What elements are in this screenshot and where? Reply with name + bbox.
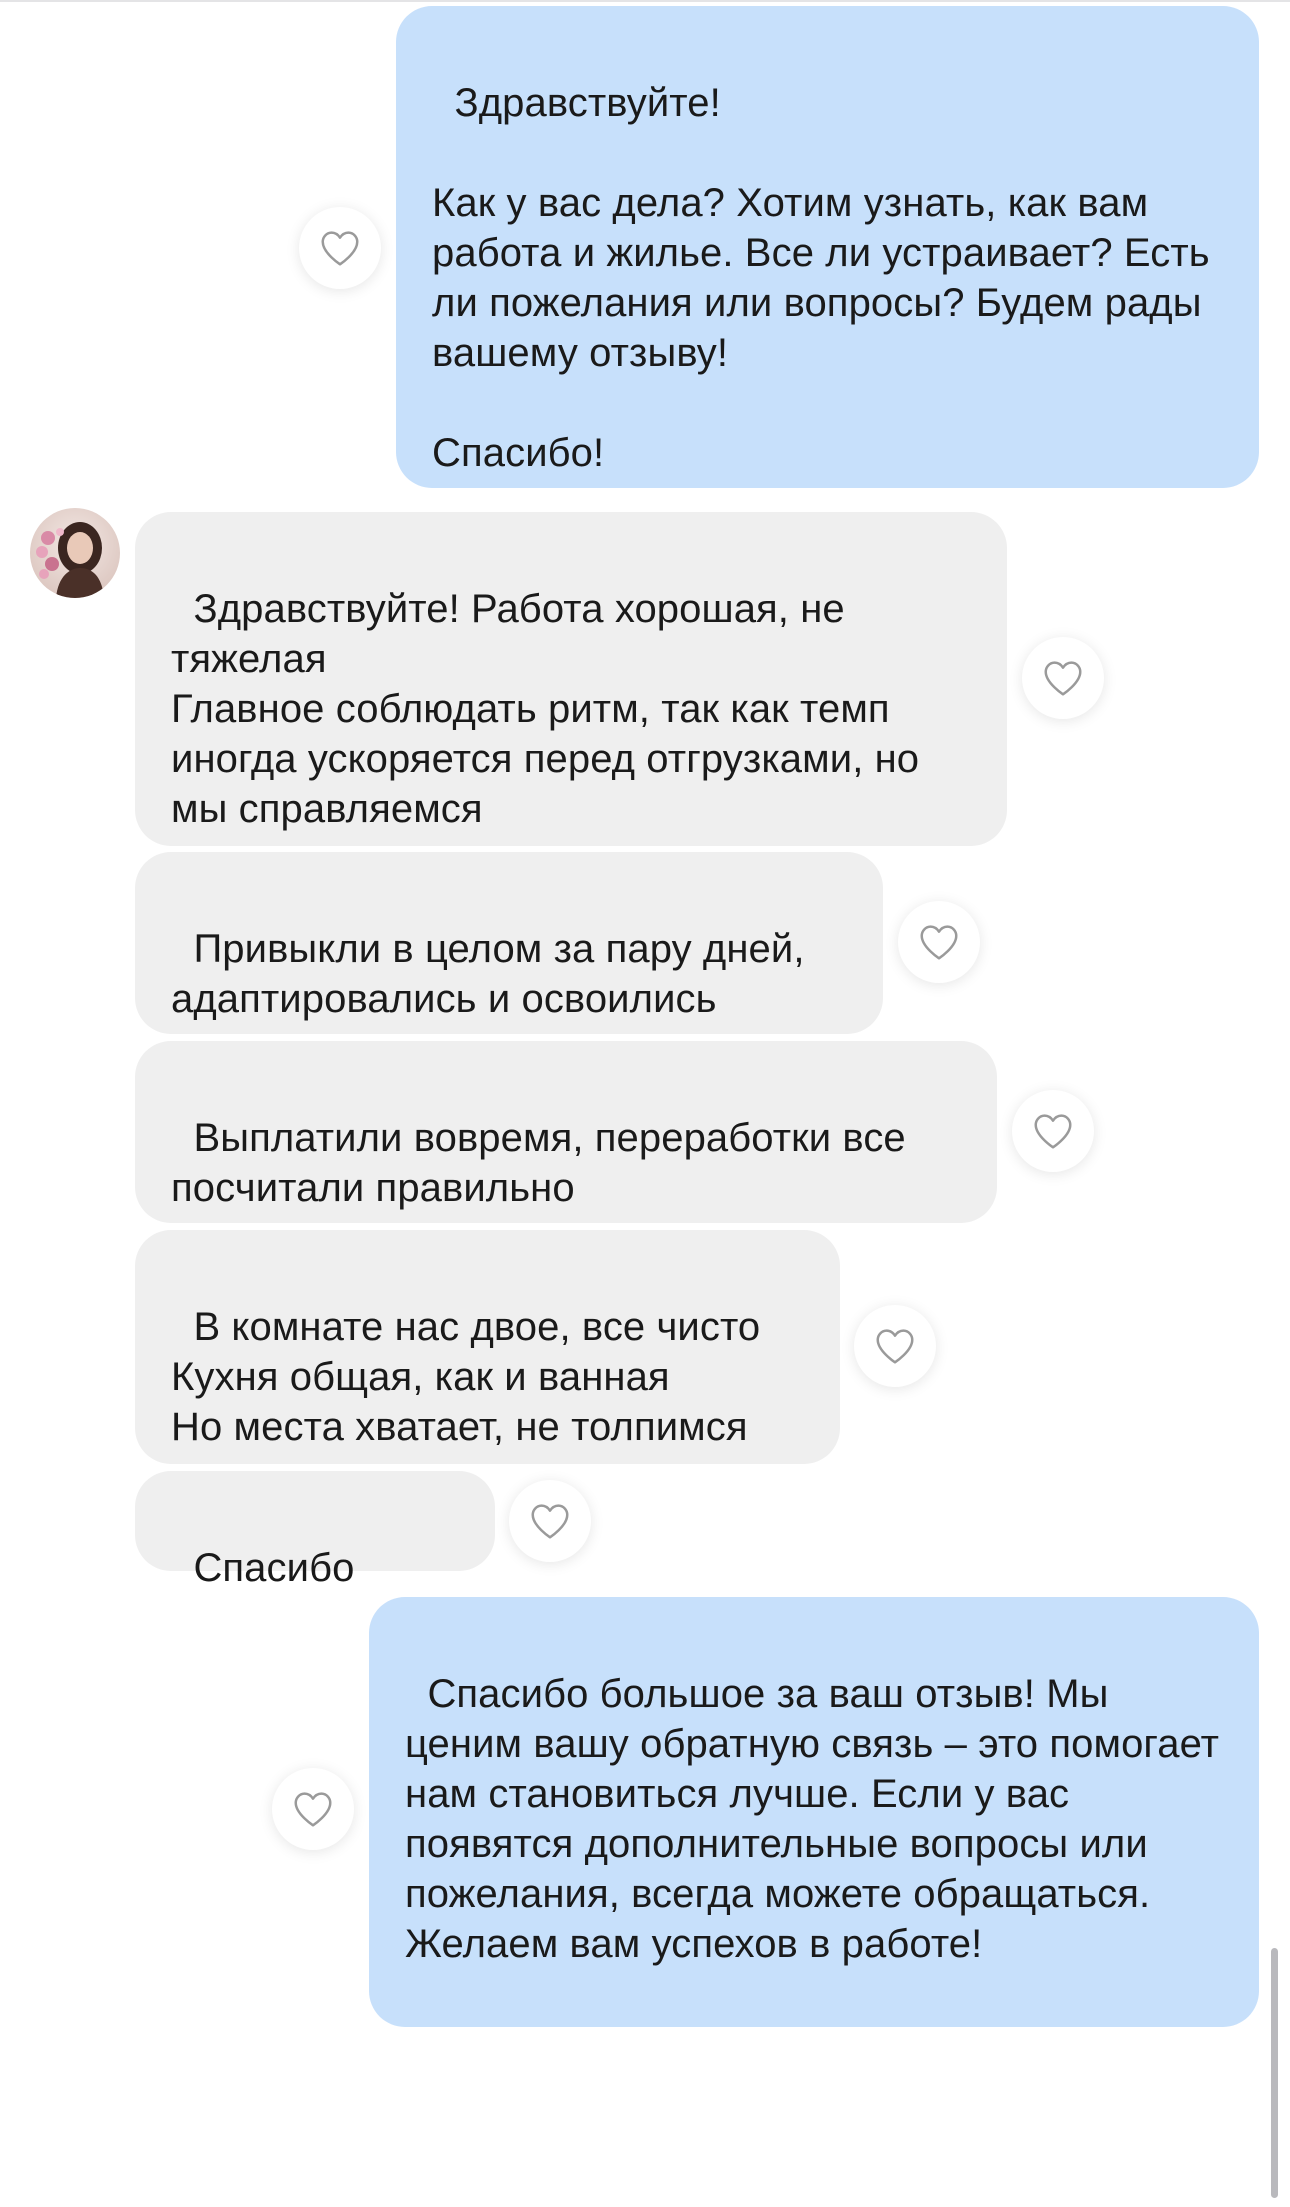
like-button[interactable] — [509, 1480, 591, 1562]
scrollbar-thumb[interactable] — [1271, 1948, 1278, 2198]
heart-outline-icon — [531, 1504, 569, 1539]
heart-outline-icon — [321, 231, 359, 266]
heart-outline-icon — [920, 925, 958, 960]
top-divider — [0, 0, 1290, 2]
contact-avatar[interactable] — [30, 508, 120, 598]
incoming-message-bubble[interactable]: Выплатили вовремя, переработки все посчи… — [135, 1041, 997, 1223]
incoming-message-bubble[interactable]: В комнате нас двое, все чисто Кухня обща… — [135, 1230, 840, 1464]
incoming-message-bubble[interactable]: Здравствуйте! Работа хорошая, не тяжелая… — [135, 512, 1007, 846]
outgoing-message-bubble[interactable]: Спасибо большое за ваш отзыв! Мы ценим в… — [369, 1597, 1259, 2027]
heart-outline-icon — [876, 1329, 914, 1364]
avatar-image — [30, 508, 120, 598]
message-text: Выплатили вовремя, переработки все посчи… — [171, 1116, 917, 1210]
like-button[interactable] — [1022, 637, 1104, 719]
message-text: Спасибо — [193, 1546, 355, 1590]
heart-outline-icon — [294, 1792, 332, 1827]
message-text: Привыкли в целом за пару дней, адаптиров… — [171, 927, 816, 1021]
heart-outline-icon — [1044, 661, 1082, 696]
message-text: Спасибо большое за ваш отзыв! Мы ценим в… — [405, 1672, 1231, 1966]
outgoing-message-bubble[interactable]: Здравствуйте! Как у вас дела? Хотим узна… — [396, 6, 1259, 488]
incoming-message-bubble[interactable]: Спасибо — [135, 1471, 495, 1590]
like-button[interactable] — [1012, 1090, 1094, 1172]
message-text: Здравствуйте! Работа хорошая, не тяжелая… — [171, 587, 920, 831]
like-button[interactable] — [272, 1768, 354, 1850]
incoming-message-bubble[interactable]: Привыкли в целом за пару дней, адаптиров… — [135, 852, 883, 1034]
message-text: Здравствуйте! Как у вас дела? Хотим узна… — [432, 81, 1210, 475]
like-button[interactable] — [299, 207, 381, 289]
heart-outline-icon — [1034, 1114, 1072, 1149]
message-text: В комнате нас двое, все чисто Кухня обща… — [171, 1305, 761, 1449]
like-button[interactable] — [854, 1305, 936, 1387]
like-button[interactable] — [898, 901, 980, 983]
